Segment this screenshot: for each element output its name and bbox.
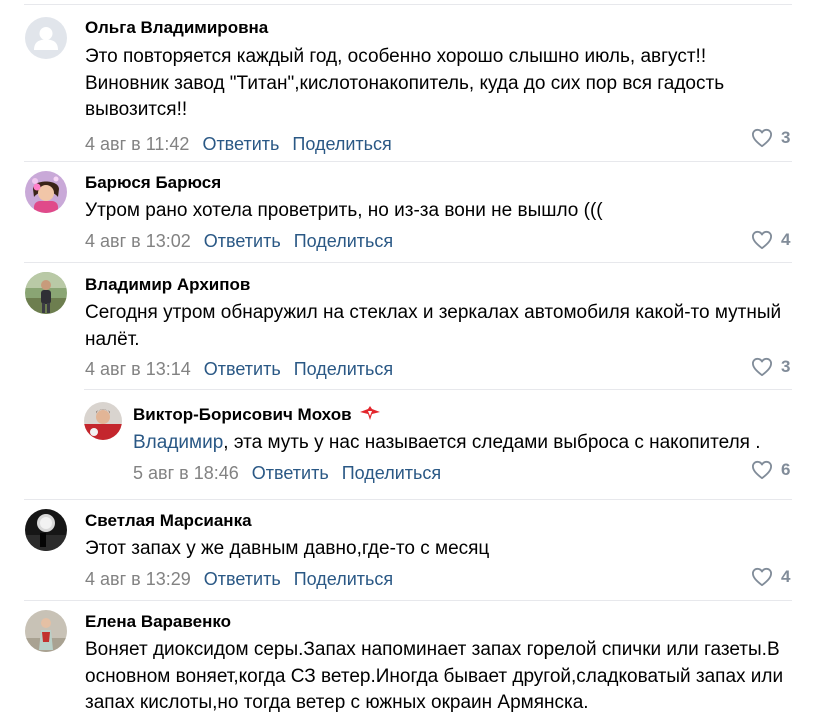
user-photo-avatar xyxy=(25,610,67,652)
comment-meta: 5 авг в 18:46 Ответить Поделиться xyxy=(133,462,793,484)
reply-divider xyxy=(84,389,792,390)
user-photo-avatar xyxy=(25,509,67,551)
comment-author[interactable]: Владимир Архипов xyxy=(85,275,785,295)
like-button[interactable]: 4 xyxy=(751,229,790,251)
comment-divider xyxy=(24,499,792,500)
like-count: 4 xyxy=(781,230,791,249)
like-count: 3 xyxy=(781,128,791,147)
reply-button[interactable]: Ответить xyxy=(202,134,279,154)
comment-divider xyxy=(24,262,792,263)
heart-outline-icon xyxy=(752,460,772,480)
user-photo-avatar xyxy=(25,171,67,213)
user-photo-avatar xyxy=(25,272,67,314)
comment-text: Этот запах у же давным давно,где-то с ме… xyxy=(85,538,490,559)
comment-date[interactable]: 4 авг в 13:02 xyxy=(85,231,191,251)
reply-button[interactable]: Ответить xyxy=(204,231,281,251)
share-button[interactable]: Поделиться xyxy=(292,134,391,154)
comment-author[interactable]: Барюся Барюся xyxy=(85,173,785,193)
mention-link[interactable]: Владимир xyxy=(133,432,223,453)
like-button[interactable]: 4 xyxy=(751,566,790,588)
avatar[interactable] xyxy=(25,171,67,213)
author-name[interactable]: Виктор-Борисович Мохов xyxy=(133,405,352,424)
comment-text: Воняет диоксидом серы.Запах напоминает з… xyxy=(85,639,784,713)
heart-outline-icon xyxy=(752,567,772,587)
avatar[interactable] xyxy=(25,272,67,314)
comment-divider xyxy=(24,600,792,601)
like-button[interactable]: 3 xyxy=(751,127,790,149)
like-count: 6 xyxy=(781,460,791,479)
comment-author[interactable]: Елена Варавенко xyxy=(85,612,785,632)
comment-date[interactable]: 4 авг в 13:29 xyxy=(85,569,191,589)
comment-meta: 4 авг в 11:42 Ответить Поделиться xyxy=(85,133,785,155)
comment-text: Утром рано хотела проветрить, но из-за в… xyxy=(85,200,603,221)
reply-button[interactable]: Ответить xyxy=(204,359,281,379)
like-count: 4 xyxy=(781,567,791,586)
avatar[interactable] xyxy=(25,17,67,59)
avatar[interactable] xyxy=(25,610,67,652)
comment-date[interactable]: 5 авг в 18:46 xyxy=(133,463,239,483)
comment-date[interactable]: 4 авг в 11:42 xyxy=(85,134,189,154)
top-divider xyxy=(24,4,792,5)
comment-text: Сегодня утром обнаружил на стеклах и зер… xyxy=(85,302,782,350)
heart-outline-icon xyxy=(752,128,772,148)
share-button[interactable]: Поделиться xyxy=(294,231,393,251)
user-silhouette-icon xyxy=(25,17,67,59)
user-photo-avatar xyxy=(84,402,122,440)
comment-meta: 4 авг в 13:29 Ответить Поделиться xyxy=(85,568,785,590)
share-button[interactable]: Поделиться xyxy=(294,359,393,379)
avatar[interactable] xyxy=(84,402,122,440)
share-button[interactable]: Поделиться xyxy=(294,569,393,589)
comment-text: Владимир, эта муть у нас называется след… xyxy=(133,430,793,457)
like-count: 3 xyxy=(781,357,791,376)
reply-button[interactable]: Ответить xyxy=(252,463,329,483)
avatar[interactable] xyxy=(25,509,67,551)
comment-meta: 4 авг в 13:02 Ответить Поделиться xyxy=(85,230,785,252)
comment-text: Это повторяется каждый год, особенно хор… xyxy=(85,46,725,120)
like-button[interactable]: 3 xyxy=(751,356,790,378)
comment-text-body: , эта муть у нас называется следами выбр… xyxy=(223,432,761,453)
share-button[interactable]: Поделиться xyxy=(342,463,441,483)
like-button[interactable]: 6 xyxy=(751,459,790,481)
comment-author[interactable]: Светлая Марсианка xyxy=(85,511,785,531)
spartak-emblem-icon xyxy=(360,406,381,420)
heart-outline-icon xyxy=(752,357,772,377)
comment-divider xyxy=(24,161,792,162)
comment-author[interactable]: Ольга Владимировна xyxy=(85,18,785,38)
comment-author: Виктор-Борисович Мохов xyxy=(133,405,793,425)
reply-button[interactable]: Ответить xyxy=(204,569,281,589)
comment-date[interactable]: 4 авг в 13:14 xyxy=(85,359,191,379)
comment-meta: 4 авг в 13:14 Ответить Поделиться xyxy=(85,358,785,380)
heart-outline-icon xyxy=(752,230,772,250)
